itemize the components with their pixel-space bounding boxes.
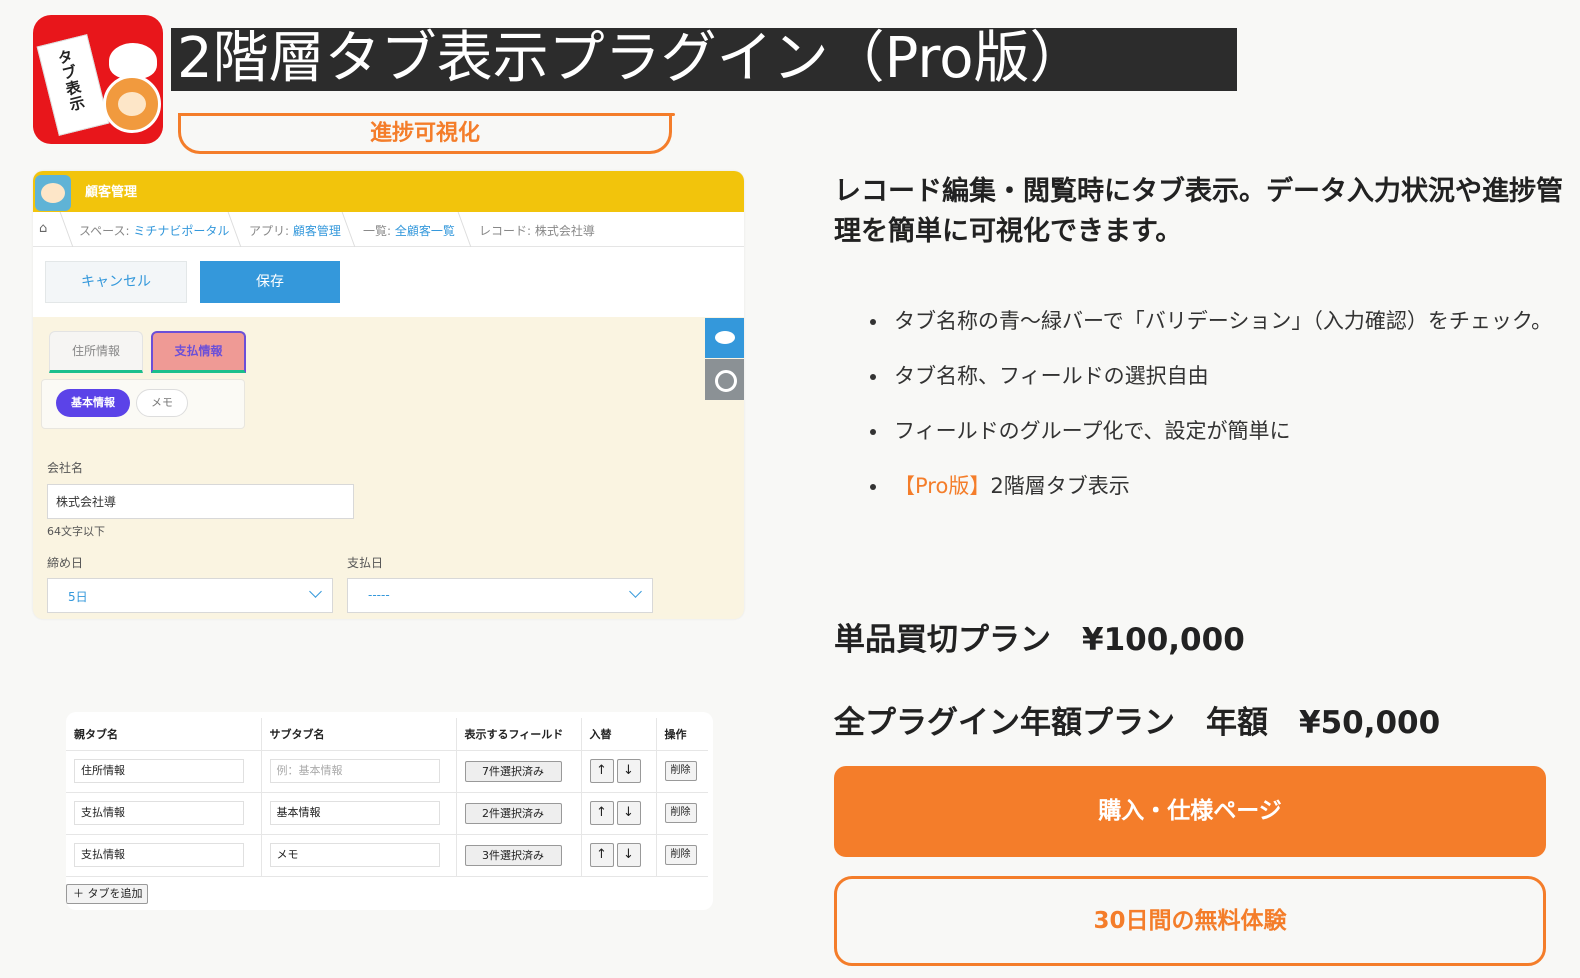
col-fields: 表示するフィールド: [456, 718, 582, 751]
feature-list: タブ名称の青〜緑バーで「バリデーション」（入力確認）をチェック。 タブ名称、フィ…: [868, 300, 1558, 520]
comment-icon[interactable]: [705, 318, 744, 358]
logo-text: タブ表示: [54, 47, 88, 114]
logo-mascot-face: [103, 75, 161, 133]
subtab-group: 基本情報 メモ: [41, 379, 245, 429]
table-row: 支払情報 基本情報 2件選択済み ↑ ↓ 削除: [66, 792, 708, 835]
payment-date-label: 支払日: [347, 556, 384, 570]
list-item: タブ名称、フィールドの選択自由: [868, 355, 1558, 398]
save-button[interactable]: 保存: [200, 261, 340, 303]
payment-date-value: -----: [368, 588, 390, 602]
table-row: 住所情報 例：基本情報 7件選択済み ↑ ↓ 削除: [66, 750, 708, 793]
history-icon[interactable]: [705, 359, 744, 400]
parent-tab-input[interactable]: 住所情報: [74, 759, 244, 783]
closing-date-select[interactable]: 5日: [47, 578, 333, 613]
cancel-button[interactable]: キャンセル: [45, 261, 187, 303]
payment-date-select[interactable]: -----: [347, 578, 653, 613]
closing-date-label: 締め日: [47, 556, 84, 570]
price-annual-plan: 全プラグイン年額プラン 年額 ¥50,000: [834, 705, 1441, 741]
chevron-down-icon: [629, 585, 642, 598]
parent-tab-input[interactable]: 支払情報: [74, 843, 244, 867]
move-up-button[interactable]: ↑: [589, 801, 614, 825]
move-down-button[interactable]: ↓: [616, 843, 641, 867]
subtab-basic-info[interactable]: 基本情報: [56, 389, 130, 417]
col-actions: 操作: [656, 718, 708, 751]
pro-label: 【Pro版】: [894, 474, 991, 498]
logo-paper: タブ表示: [36, 34, 110, 136]
page-title: 2階層タブ表示プラグイン（Pro版）: [171, 28, 1237, 91]
chevron-down-icon: [309, 585, 322, 598]
select-fields-button[interactable]: 3件選択済み: [464, 844, 562, 866]
free-trial-button[interactable]: 30日間の無料体験: [834, 876, 1546, 966]
move-up-button[interactable]: ↑: [589, 759, 614, 783]
app-icon: [35, 175, 71, 211]
move-up-button[interactable]: ↑: [589, 843, 614, 867]
price-single-plan: 単品買切プラン ¥100,000: [834, 622, 1245, 658]
table-row: 支払情報 メモ 3件選択済み ↑ ↓ 削除: [66, 834, 708, 877]
breadcrumb-record: レコード: 株式会社導: [479, 224, 595, 238]
select-fields-button[interactable]: 2件選択済み: [464, 802, 562, 824]
plugin-logo: タブ表示: [33, 15, 163, 144]
app-title: 顧客管理: [85, 185, 138, 200]
sub-tab-input[interactable]: 例：基本情報: [269, 759, 440, 783]
sub-tab-input[interactable]: メモ: [269, 843, 440, 867]
col-parent-tab: 親タブ名: [66, 718, 262, 751]
move-down-button[interactable]: ↓: [616, 801, 641, 825]
select-fields-button[interactable]: 7件選択済み: [464, 760, 562, 782]
breadcrumb-space[interactable]: スペース: ミチナビポータル: [79, 222, 229, 239]
plugin-settings-screenshot: 親タブ名 サブタブ名 表示するフィールド 入替 操作 住所情報 例：基本情報 7…: [66, 712, 713, 910]
app-header-bar: 顧客管理: [33, 171, 744, 212]
feature-tag: 進捗可視化: [369, 121, 480, 146]
company-field-label: 会社名: [47, 461, 84, 475]
purchase-button[interactable]: 購入・仕様ページ: [834, 766, 1546, 857]
pro-feature-text: 2階層タブ表示: [990, 474, 1130, 498]
record-action-bar: キャンセル 保存: [33, 247, 744, 317]
breadcrumb: ⌂ スペース: ミチナビポータル アプリ: 顧客管理 一覧: 全顧客一覧 レコー…: [33, 212, 744, 247]
record-edit-screenshot: 顧客管理 ⌂ スペース: ミチナビポータル アプリ: 顧客管理 一覧: 全顧客一…: [33, 171, 744, 619]
delete-button[interactable]: 削除: [664, 803, 697, 823]
delete-button[interactable]: 削除: [664, 845, 697, 865]
move-down-button[interactable]: ↓: [616, 759, 641, 783]
headline: レコード編集・閲覧時にタブ表示。データ入力状況や進捗管理を簡単に可視化できます。: [834, 176, 1563, 247]
col-sub-tab: サブタブ名: [261, 718, 457, 751]
delete-button[interactable]: 削除: [664, 761, 697, 781]
col-reorder: 入替: [581, 718, 657, 751]
home-icon[interactable]: ⌂: [39, 221, 53, 236]
tab-settings-table: 親タブ名 サブタブ名 表示するフィールド 入替 操作 住所情報 例：基本情報 7…: [66, 718, 708, 877]
breadcrumb-separator: [50, 212, 74, 247]
list-item: フィールドのグループ化で、設定が簡単に: [868, 410, 1558, 453]
parent-tab-input[interactable]: 支払情報: [74, 801, 244, 825]
list-item: 【Pro版】2階層タブ表示: [868, 465, 1558, 508]
breadcrumb-view[interactable]: 一覧: 全顧客一覧: [363, 222, 455, 239]
sub-tab-input[interactable]: 基本情報: [269, 801, 440, 825]
breadcrumb-app[interactable]: アプリ: 顧客管理: [249, 222, 341, 239]
company-field-hint: 64文字以下: [47, 525, 105, 538]
list-item: タブ名称の青〜緑バーで「バリデーション」（入力確認）をチェック。: [868, 300, 1558, 343]
tab-address-info[interactable]: 住所情報: [49, 331, 143, 373]
tab-payment-info[interactable]: 支払情報: [151, 331, 246, 373]
add-tab-button[interactable]: ＋ タブを追加: [66, 884, 148, 904]
subtab-memo[interactable]: メモ: [136, 389, 188, 417]
closing-date-value: 5日: [68, 590, 88, 604]
company-name-input[interactable]: 株式会社導: [47, 484, 354, 519]
